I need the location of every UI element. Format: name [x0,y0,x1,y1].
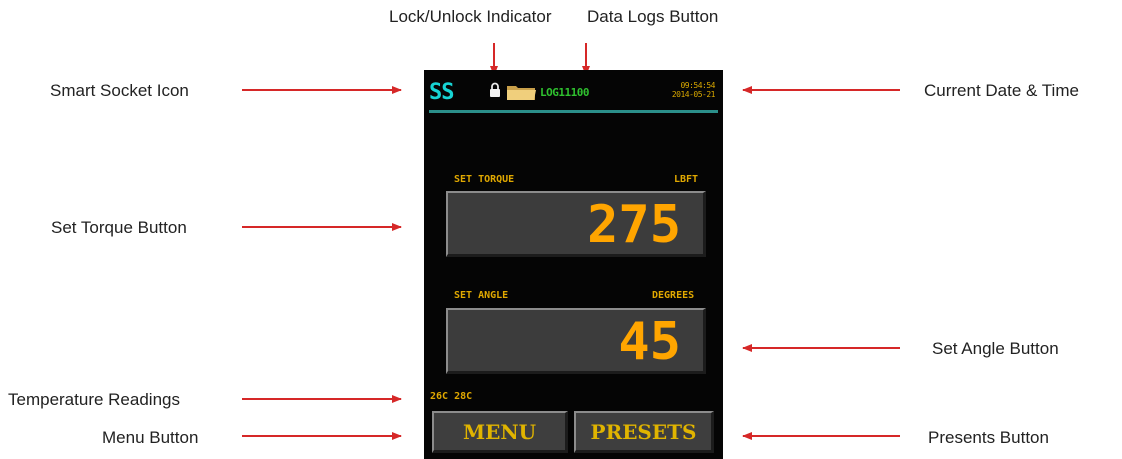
folder-icon[interactable] [506,83,537,101]
set-angle-label: SET ANGLE [454,290,509,301]
current-time: 09:54:54 [680,81,715,90]
padlock-icon [490,82,500,97]
set-torque-label: SET TORQUE [454,174,515,185]
torque-value: 275 [587,195,681,255]
data-log-label[interactable]: LOG11100 [540,86,589,99]
header-divider [429,110,718,113]
current-date: 2014-05-21 [671,90,716,99]
torque-unit-label: LBFT [674,174,699,185]
menu-button[interactable]: MENU [432,411,568,453]
presets-button[interactable]: PRESETS [574,411,714,453]
device-screen: SS LOG11100 09:54:54 2014-05-21 SET TORQ… [424,70,723,459]
temperature-readings: 26C 28C [430,391,473,402]
angle-value: 45 [618,312,681,372]
smart-socket-icon[interactable]: SS [429,80,454,105]
set-angle-button[interactable]: 45 [446,308,706,374]
angle-unit-label: DEGREES [652,290,695,301]
set-torque-button[interactable]: 275 [446,191,706,257]
